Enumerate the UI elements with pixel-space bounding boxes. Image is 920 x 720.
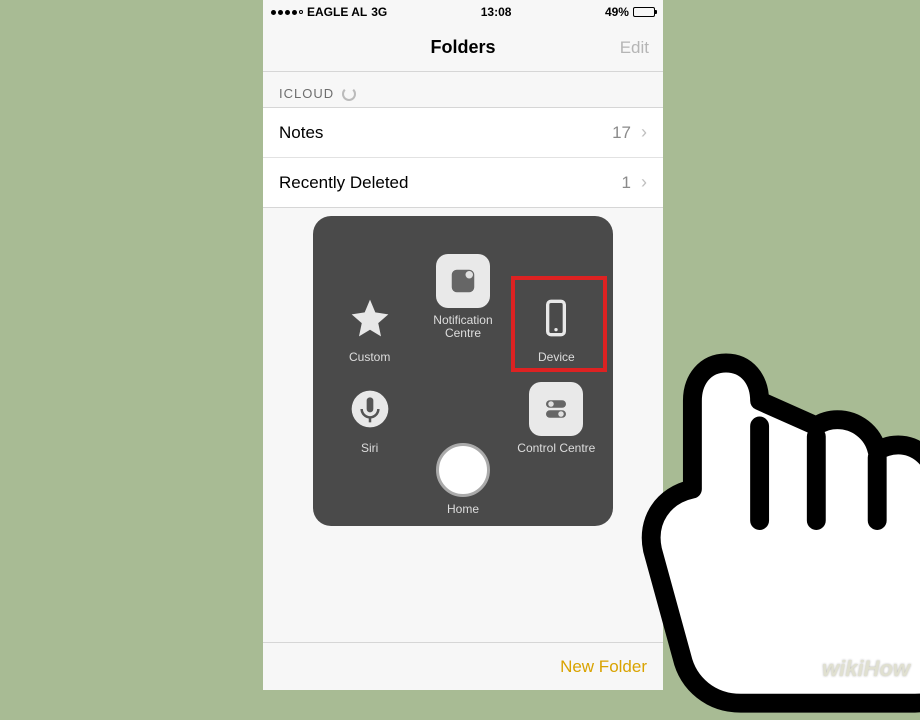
signal-dots-icon — [271, 10, 303, 15]
chevron-right-icon: › — [641, 122, 647, 143]
at-label: Siri — [361, 442, 378, 455]
home-button-icon — [436, 443, 490, 497]
folders-list: Notes 17 › Recently Deleted 1 › — [263, 107, 663, 208]
at-label: Notification Centre — [416, 314, 509, 340]
at-notification-centre[interactable]: Notification Centre — [416, 230, 509, 364]
carrier-label: EAGLE AL — [307, 5, 367, 19]
star-icon — [343, 291, 397, 345]
network-label: 3G — [371, 5, 387, 19]
phone-screen: EAGLE AL 3G 13:08 49% Folders Edit ICLOU… — [263, 0, 663, 690]
bottom-toolbar: New Folder — [263, 642, 663, 690]
at-label: Device — [538, 351, 575, 364]
notification-icon — [436, 254, 490, 308]
row-count: 17 — [612, 123, 631, 143]
loading-spinner-icon — [342, 87, 356, 101]
at-label: Custom — [349, 351, 390, 364]
page-title: Folders — [430, 37, 495, 58]
status-bar: EAGLE AL 3G 13:08 49% — [263, 0, 663, 24]
edit-button[interactable]: Edit — [620, 38, 649, 58]
at-device[interactable]: Device — [510, 291, 603, 364]
at-home[interactable]: Home — [416, 443, 509, 516]
at-control-centre[interactable]: Control Centre — [510, 382, 603, 455]
at-label: Home — [447, 503, 479, 516]
row-notes[interactable]: Notes 17 › — [263, 108, 663, 157]
content-area: Custom Notification Centre Device — [263, 208, 663, 642]
row-count: 1 — [622, 173, 631, 193]
at-label: Control Centre — [517, 442, 595, 455]
clock: 13:08 — [481, 5, 512, 19]
battery-pct: 49% — [605, 5, 629, 19]
chevron-right-icon: › — [641, 172, 647, 193]
device-icon — [529, 291, 583, 345]
watermark: wikiHow — [822, 656, 910, 682]
mic-icon — [343, 382, 397, 436]
nav-bar: Folders Edit — [263, 24, 663, 72]
row-label: Recently Deleted — [279, 173, 408, 193]
assistive-touch-panel: Custom Notification Centre Device — [313, 216, 613, 526]
control-centre-icon — [529, 382, 583, 436]
status-left: EAGLE AL 3G — [271, 5, 387, 19]
icloud-label: ICLOUD — [279, 86, 334, 101]
row-recently-deleted[interactable]: Recently Deleted 1 › — [263, 157, 663, 207]
battery-icon — [633, 7, 655, 17]
new-folder-button[interactable]: New Folder — [560, 657, 647, 677]
status-right: 49% — [605, 5, 655, 19]
at-custom[interactable]: Custom — [323, 291, 416, 364]
row-label: Notes — [279, 123, 323, 143]
at-siri[interactable]: Siri — [323, 382, 416, 455]
section-header-icloud: ICLOUD — [263, 72, 663, 107]
